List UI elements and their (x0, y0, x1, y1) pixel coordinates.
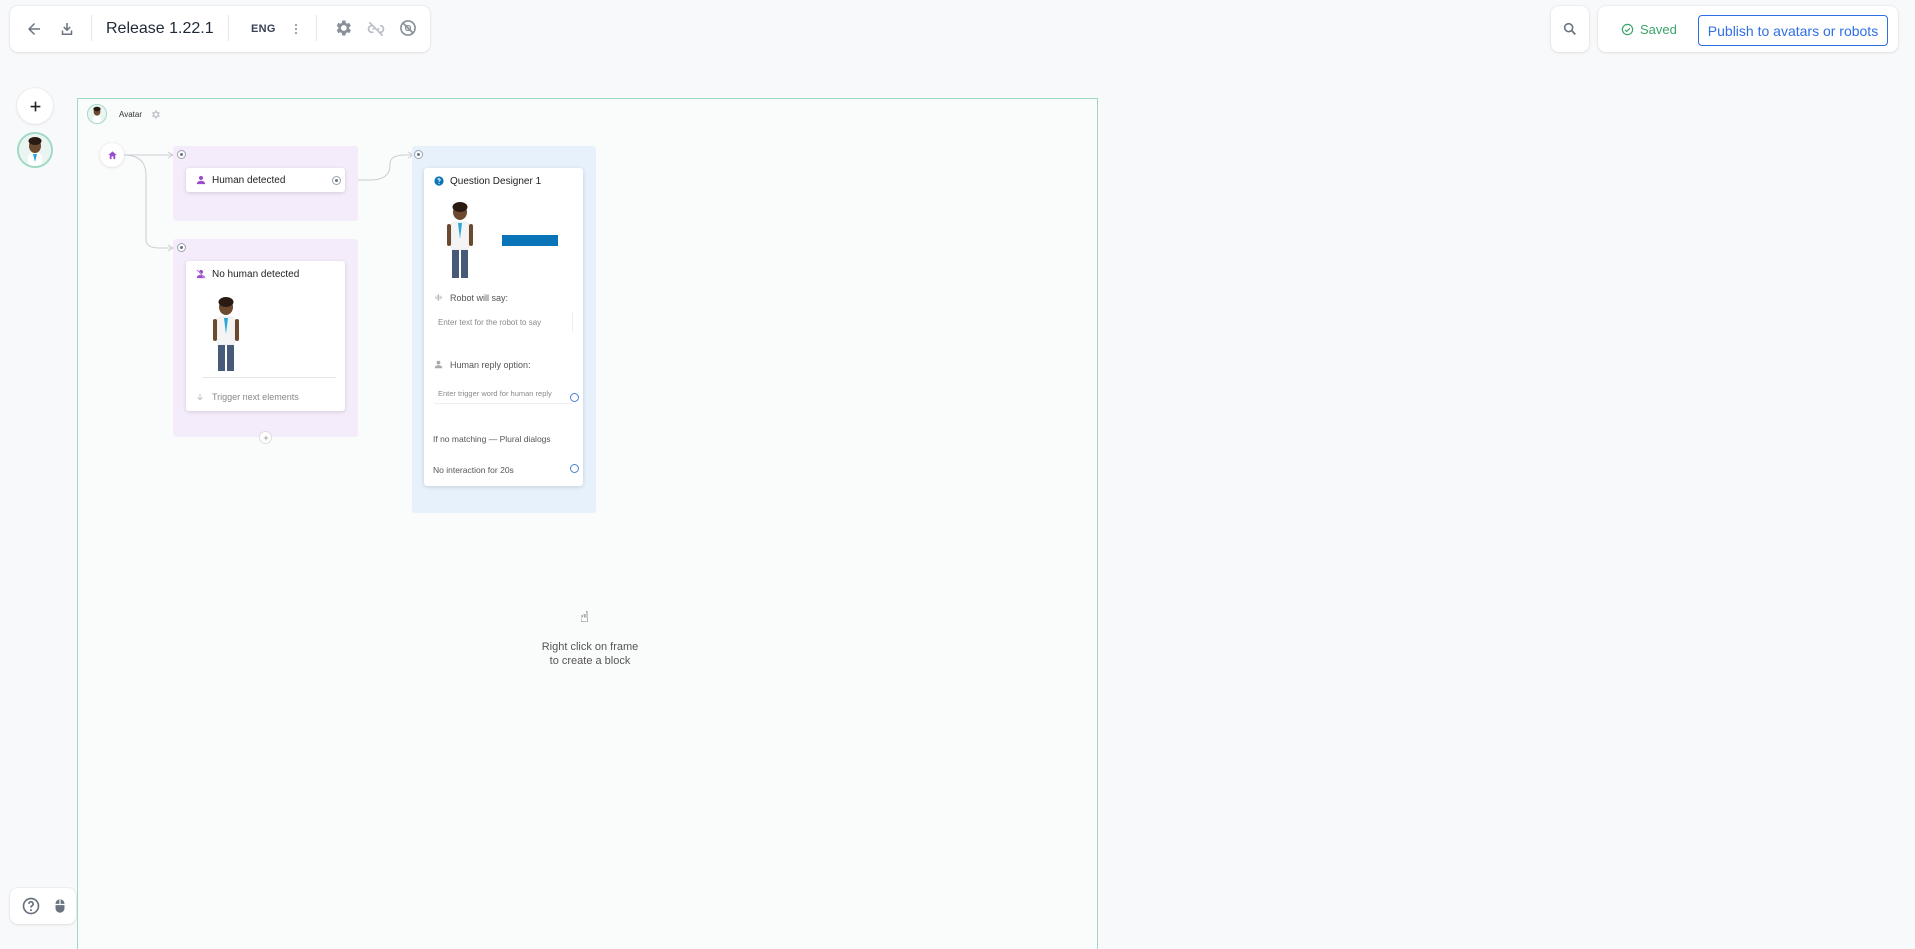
robot-say-placeholder: Enter text for the robot to say (438, 318, 542, 327)
human-detected-block[interactable]: Human detected (186, 168, 345, 192)
plus-icon (263, 435, 268, 440)
human-reply-input[interactable]: Enter trigger word for human reply (434, 383, 572, 404)
block-title: Human detected (212, 175, 286, 186)
trigger-next-label[interactable]: Trigger next elements (212, 392, 299, 402)
no-interaction-label[interactable]: No interaction for 20s (433, 465, 514, 475)
output-connector[interactable] (570, 464, 579, 473)
person-off-icon (196, 269, 206, 279)
start-node[interactable] (100, 143, 124, 167)
no-human-detected-block[interactable]: No human detected Trigger next elements (186, 261, 345, 411)
arrow-down-icon (197, 394, 203, 401)
speech-bar (502, 235, 558, 246)
add-block-button[interactable] (260, 432, 271, 443)
person-icon (434, 360, 443, 369)
question-circle-icon (434, 176, 444, 186)
avatar-figure (447, 202, 473, 278)
human-reply-placeholder: Enter trigger word for human reply (438, 389, 552, 398)
canvas-hint-line2: to create a block (549, 655, 631, 667)
output-connector[interactable] (332, 176, 341, 185)
sound-wave-icon (435, 294, 443, 301)
person-icon (196, 175, 206, 185)
input-connector[interactable] (177, 243, 186, 252)
input-connector[interactable] (414, 150, 423, 159)
input-connector[interactable] (177, 150, 186, 159)
avatar-preview (202, 293, 336, 378)
canvas-hint-line1: Right click on frame (541, 641, 639, 653)
robot-say-input[interactable]: Enter text for the robot to say (434, 312, 573, 332)
human-reply-label: Human reply option: (450, 360, 531, 370)
canvas-hint: Right click on frame to create a block (520, 640, 660, 668)
home-icon (107, 150, 117, 159)
avatar-preview (440, 200, 570, 280)
block-title: Question Designer 1 (450, 176, 542, 187)
question-designer-block[interactable]: Question Designer 1 Robot will say: Ente… (424, 168, 583, 486)
robot-say-label: Robot will say: (450, 293, 509, 303)
avatar-figure (213, 297, 239, 371)
output-connector[interactable] (570, 393, 579, 402)
flow-connectors (123, 151, 414, 252)
no-match-label[interactable]: If no matching — Plural dialogs (433, 434, 551, 444)
block-title: No human detected (212, 269, 300, 280)
pointing-hand-icon: ☝ (580, 609, 590, 626)
